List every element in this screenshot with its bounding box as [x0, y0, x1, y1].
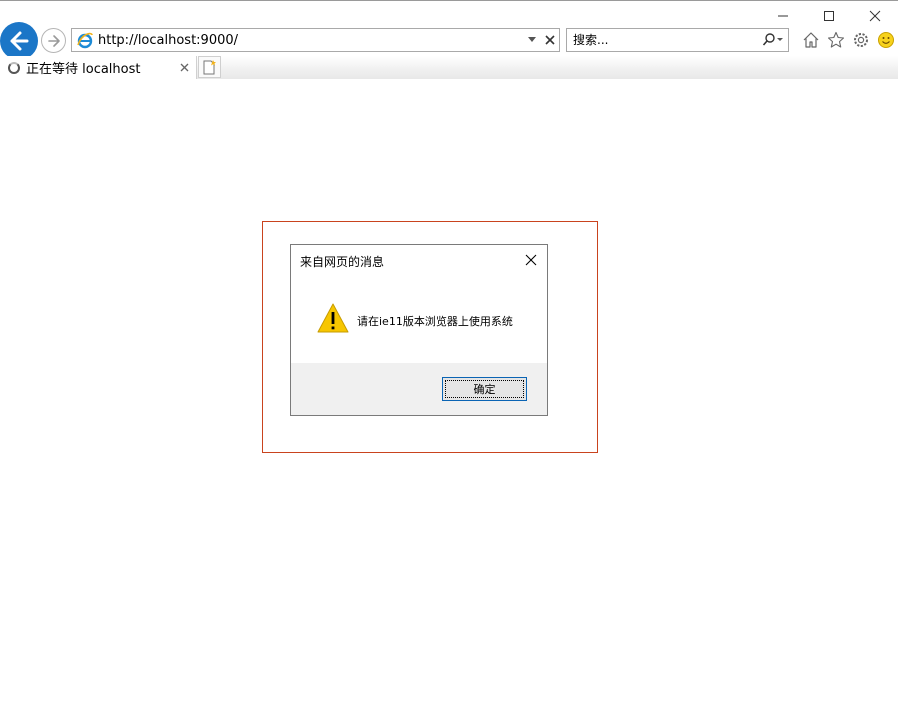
tools-button[interactable] — [849, 28, 873, 52]
url-text[interactable]: http://localhost:9000/ — [98, 33, 523, 48]
home-button[interactable] — [799, 28, 823, 52]
forward-arrow-icon — [47, 34, 60, 47]
stop-button[interactable] — [541, 29, 559, 51]
close-icon — [869, 10, 881, 22]
ok-button[interactable]: 确定 — [442, 377, 527, 401]
close-window-button[interactable] — [852, 2, 898, 30]
tab-strip: 正在等待 localhost — [0, 56, 898, 79]
back-button[interactable] — [0, 22, 38, 60]
new-tab-button[interactable] — [198, 56, 221, 78]
alert-dialog: 来自网页的消息 请在ie11版本浏览器上使用系统 确定 — [290, 244, 548, 416]
close-icon — [180, 63, 188, 72]
close-icon — [525, 254, 537, 266]
back-arrow-icon — [10, 31, 29, 51]
feedback-button[interactable] — [874, 28, 898, 52]
search-box[interactable] — [566, 28, 789, 52]
tab-close-button[interactable] — [176, 60, 192, 76]
star-icon — [827, 31, 845, 48]
dialog-close-button[interactable] — [521, 250, 541, 270]
home-icon — [803, 32, 819, 48]
new-tab-icon — [203, 60, 216, 75]
page-content: 来自网页的消息 请在ie11版本浏览器上使用系统 确定 — [0, 79, 898, 704]
warning-icon — [317, 303, 349, 333]
chevron-down-icon — [528, 37, 536, 42]
dialog-message: 请在ie11版本浏览器上使用系统 — [357, 315, 513, 328]
address-dropdown-button[interactable] — [523, 29, 541, 51]
window-controls — [760, 2, 898, 30]
stop-icon — [545, 35, 555, 45]
minimize-button[interactable] — [760, 2, 806, 30]
favorites-button[interactable] — [824, 28, 848, 52]
maximize-button[interactable] — [806, 2, 852, 30]
address-bar[interactable]: http://localhost:9000/ — [71, 28, 560, 52]
search-input[interactable] — [567, 30, 758, 50]
gear-icon — [854, 33, 868, 47]
search-button[interactable] — [758, 29, 788, 51]
loading-spinner-icon — [8, 61, 20, 74]
ie-logo-icon — [77, 32, 93, 49]
dialog-title: 来自网页的消息 — [300, 255, 385, 269]
forward-button[interactable] — [41, 28, 66, 53]
browser-window: http://localhost:9000/ 搜索... 正在等待 localh… — [0, 0, 898, 704]
toolbar-icons — [799, 28, 898, 52]
search-icon — [762, 33, 783, 46]
tab-title: 正在等待 localhost — [26, 62, 141, 77]
maximize-icon — [824, 11, 834, 21]
minimize-icon — [778, 15, 788, 17]
smiley-icon — [878, 32, 894, 48]
tab-localhost[interactable]: 正在等待 localhost — [0, 56, 197, 79]
